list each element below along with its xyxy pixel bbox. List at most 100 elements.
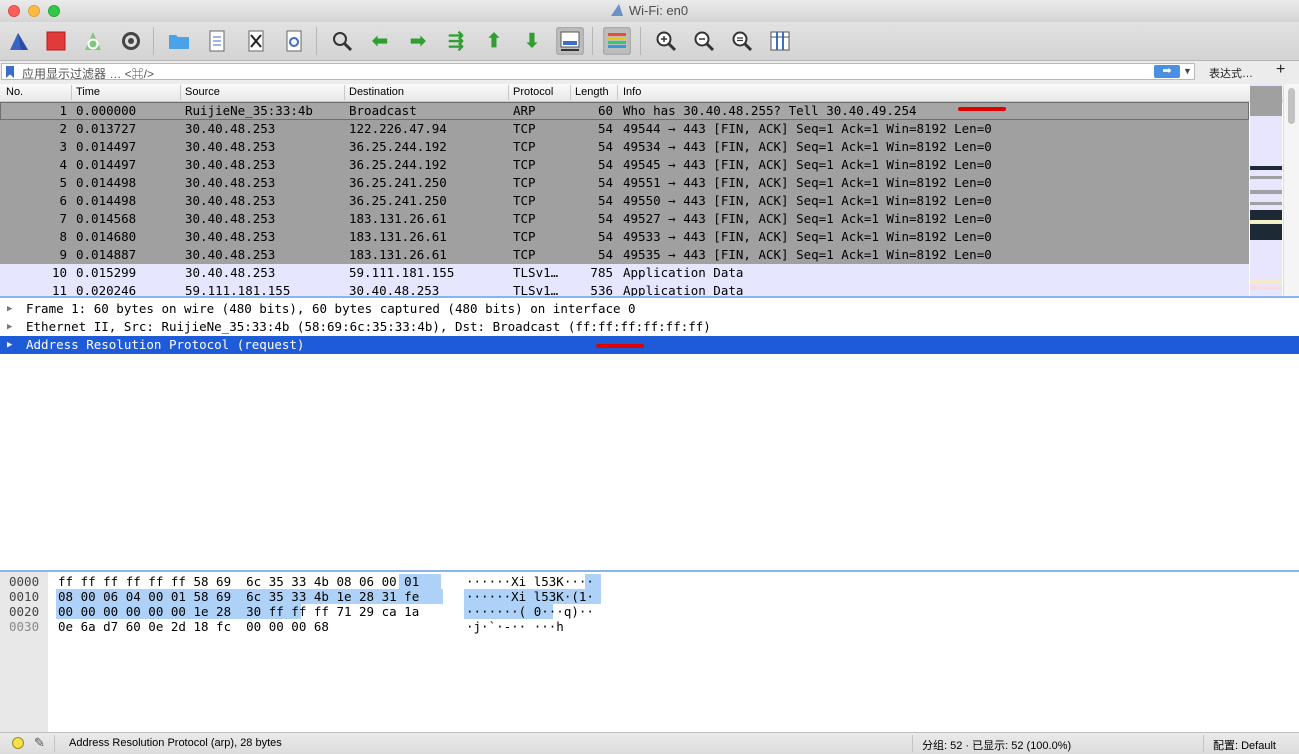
expression-button[interactable]: 表达式…	[1209, 65, 1253, 81]
byte-row[interactable]: 0020 00 00 00 00 00 00 1e 28 30 ff ff ff…	[0, 604, 594, 619]
packet-time: 0.014887	[76, 247, 137, 262]
first-packet-button[interactable]: ⬆	[480, 27, 508, 55]
packet-row[interactable]: 10 0.015299 30.40.48.253 59.111.181.155 …	[0, 264, 1249, 282]
packet-time: 0.014680	[76, 229, 137, 244]
expert-info-icon[interactable]	[12, 737, 24, 749]
find-packet-button[interactable]	[328, 27, 356, 55]
packet-list-scrollbar[interactable]	[1283, 84, 1299, 296]
column-divider[interactable]	[71, 85, 72, 100]
capture-options-button[interactable]	[117, 27, 145, 55]
packet-source: 30.40.48.253	[185, 265, 276, 280]
tree-item-label: Address Resolution Protocol (request)	[26, 337, 305, 352]
zoom-in-icon	[656, 31, 677, 52]
byte-row[interactable]: 0030 0e 6a d7 60 0e 2d 18 fc 00 00 00 68…	[0, 619, 564, 634]
jump-icon: ⇶	[448, 30, 464, 52]
packet-time: 0.014498	[76, 175, 137, 190]
reload-file-button[interactable]	[280, 27, 308, 55]
column-divider[interactable]	[570, 85, 571, 100]
byte-hex: 00 00 00 00 00 00 1e 28 30 ff ff ff 71 2…	[58, 604, 420, 619]
column-divider[interactable]	[180, 85, 181, 100]
zoom-out-button[interactable]	[690, 27, 718, 55]
packet-row[interactable]: 7 0.014568 30.40.48.253 183.131.26.61 TC…	[0, 210, 1249, 228]
column-header-info[interactable]: Info	[623, 86, 641, 98]
add-filter-button[interactable]: +	[1276, 61, 1285, 79]
byte-row[interactable]: 0010 08 00 06 04 00 01 58 69 6c 35 33 4b…	[0, 589, 594, 604]
packet-source: 30.40.48.253	[185, 157, 276, 172]
go-back-button[interactable]: ⬅	[366, 27, 394, 55]
expand-triangle-icon[interactable]: ▶	[7, 318, 12, 336]
packet-protocol: TCP	[513, 121, 536, 136]
title-bar: Wi-Fi: en0	[0, 0, 1299, 22]
restart-capture-button[interactable]	[79, 27, 107, 55]
bookmark-icon[interactable]	[6, 66, 14, 78]
status-bar: ✎ Address Resolution Protocol (arp), 28 …	[0, 732, 1299, 754]
save-file-button[interactable]	[203, 27, 231, 55]
column-divider[interactable]	[344, 85, 345, 100]
column-header-length[interactable]: Length	[575, 86, 609, 98]
packet-row[interactable]: 3 0.014497 30.40.48.253 36.25.244.192 TC…	[0, 138, 1249, 156]
packet-source: 30.40.48.253	[185, 193, 276, 208]
packet-info: Application Data	[623, 265, 744, 280]
column-header-time[interactable]: Time	[76, 86, 100, 98]
packet-row[interactable]: 2 0.013727 30.40.48.253 122.226.47.94 TC…	[0, 120, 1249, 138]
packet-details-tree[interactable]: ▶ Frame 1: 60 bytes on wire (480 bits), …	[0, 298, 1299, 572]
zoom-in-button[interactable]	[652, 27, 680, 55]
byte-hex: 0e 6a d7 60 0e 2d 18 fc 00 00 00 68	[58, 619, 329, 634]
packet-destination: 36.25.241.250	[349, 175, 447, 190]
apply-filter-button[interactable]: ➡	[1154, 65, 1180, 78]
packet-row[interactable]: 5 0.014498 30.40.48.253 36.25.241.250 TC…	[0, 174, 1249, 192]
minimap-band	[1250, 202, 1282, 205]
packet-time: 0.013727	[76, 121, 137, 136]
packet-protocol: TCP	[513, 175, 536, 190]
go-forward-button[interactable]: ➡	[404, 27, 432, 55]
column-header-destination[interactable]: Destination	[349, 86, 404, 98]
column-header-source[interactable]: Source	[185, 86, 220, 98]
go-to-packet-button[interactable]: ⇶	[442, 27, 470, 55]
byte-row[interactable]: 0000 ff ff ff ff ff ff 58 69 6c 35 33 4b…	[0, 574, 594, 589]
status-profile[interactable]: 配置: Default	[1213, 737, 1276, 753]
packet-source: 30.40.48.253	[185, 121, 276, 136]
packet-bytes-pane[interactable]: 0000 ff ff ff ff ff ff 58 69 6c 35 33 4b…	[0, 572, 1299, 732]
start-capture-button[interactable]	[5, 27, 33, 55]
expand-triangle-icon[interactable]: ▶	[7, 300, 12, 318]
packet-row[interactable]: 11 0.020246 59.111.181.155 30.40.48.253 …	[0, 282, 1249, 298]
tree-item-ethernet[interactable]: ▶ Ethernet II, Src: RuijieNe_35:33:4b (5…	[0, 318, 1299, 336]
packet-protocol: TCP	[513, 247, 536, 262]
display-filter-input[interactable]: 应用显示过滤器 … <⌘/> ➡ ▼	[1, 63, 1195, 81]
close-file-button[interactable]	[242, 27, 270, 55]
packet-list[interactable]: No. Time Source Destination Protocol Len…	[0, 84, 1299, 298]
byte-ascii: ······Xi l53K····	[466, 574, 594, 589]
packet-length: 536	[590, 283, 613, 298]
last-packet-button[interactable]: ⬇	[518, 27, 546, 55]
column-divider[interactable]	[508, 85, 509, 100]
packet-length: 54	[597, 247, 613, 262]
annotation-underline	[596, 344, 644, 348]
autoscroll-button[interactable]	[556, 27, 584, 55]
stop-capture-button[interactable]	[42, 27, 70, 55]
packet-row[interactable]: 4 0.014497 30.40.48.253 36.25.244.192 TC…	[0, 156, 1249, 174]
packet-minimap[interactable]	[1250, 84, 1282, 296]
filter-history-dropdown[interactable]: ▼	[1183, 64, 1192, 79]
column-header-no[interactable]: No.	[6, 86, 23, 98]
colorize-button[interactable]	[603, 27, 631, 55]
expand-triangle-icon[interactable]: ▶	[7, 336, 12, 354]
edit-comment-icon[interactable]: ✎	[34, 735, 45, 751]
minimap-band	[1250, 190, 1282, 194]
column-divider[interactable]	[617, 85, 618, 100]
column-header-protocol[interactable]: Protocol	[513, 86, 553, 98]
zoom-reset-button[interactable]	[728, 27, 756, 55]
packet-no: 11	[51, 283, 67, 298]
scrollbar-thumb[interactable]	[1288, 88, 1295, 124]
packet-row[interactable]: 6 0.014498 30.40.48.253 36.25.241.250 TC…	[0, 192, 1249, 210]
tree-item-frame[interactable]: ▶ Frame 1: 60 bytes on wire (480 bits), …	[0, 300, 1299, 318]
resize-columns-button[interactable]	[766, 27, 794, 55]
folder-icon	[169, 35, 189, 49]
packet-no: 4	[59, 157, 67, 172]
packet-source: RuijieNe_35:33:4b	[185, 103, 313, 118]
packet-row[interactable]: 8 0.014680 30.40.48.253 183.131.26.61 TC…	[0, 228, 1249, 246]
tree-item-arp[interactable]: ▶ Address Resolution Protocol (request)	[0, 336, 1299, 354]
packet-row[interactable]: 9 0.014887 30.40.48.253 183.131.26.61 TC…	[0, 246, 1249, 264]
packet-row-selected[interactable]: 1 0.000000 RuijieNe_35:33:4b Broadcast A…	[0, 102, 1249, 120]
open-file-button[interactable]	[165, 27, 193, 55]
packet-protocol: ARP	[513, 103, 536, 118]
